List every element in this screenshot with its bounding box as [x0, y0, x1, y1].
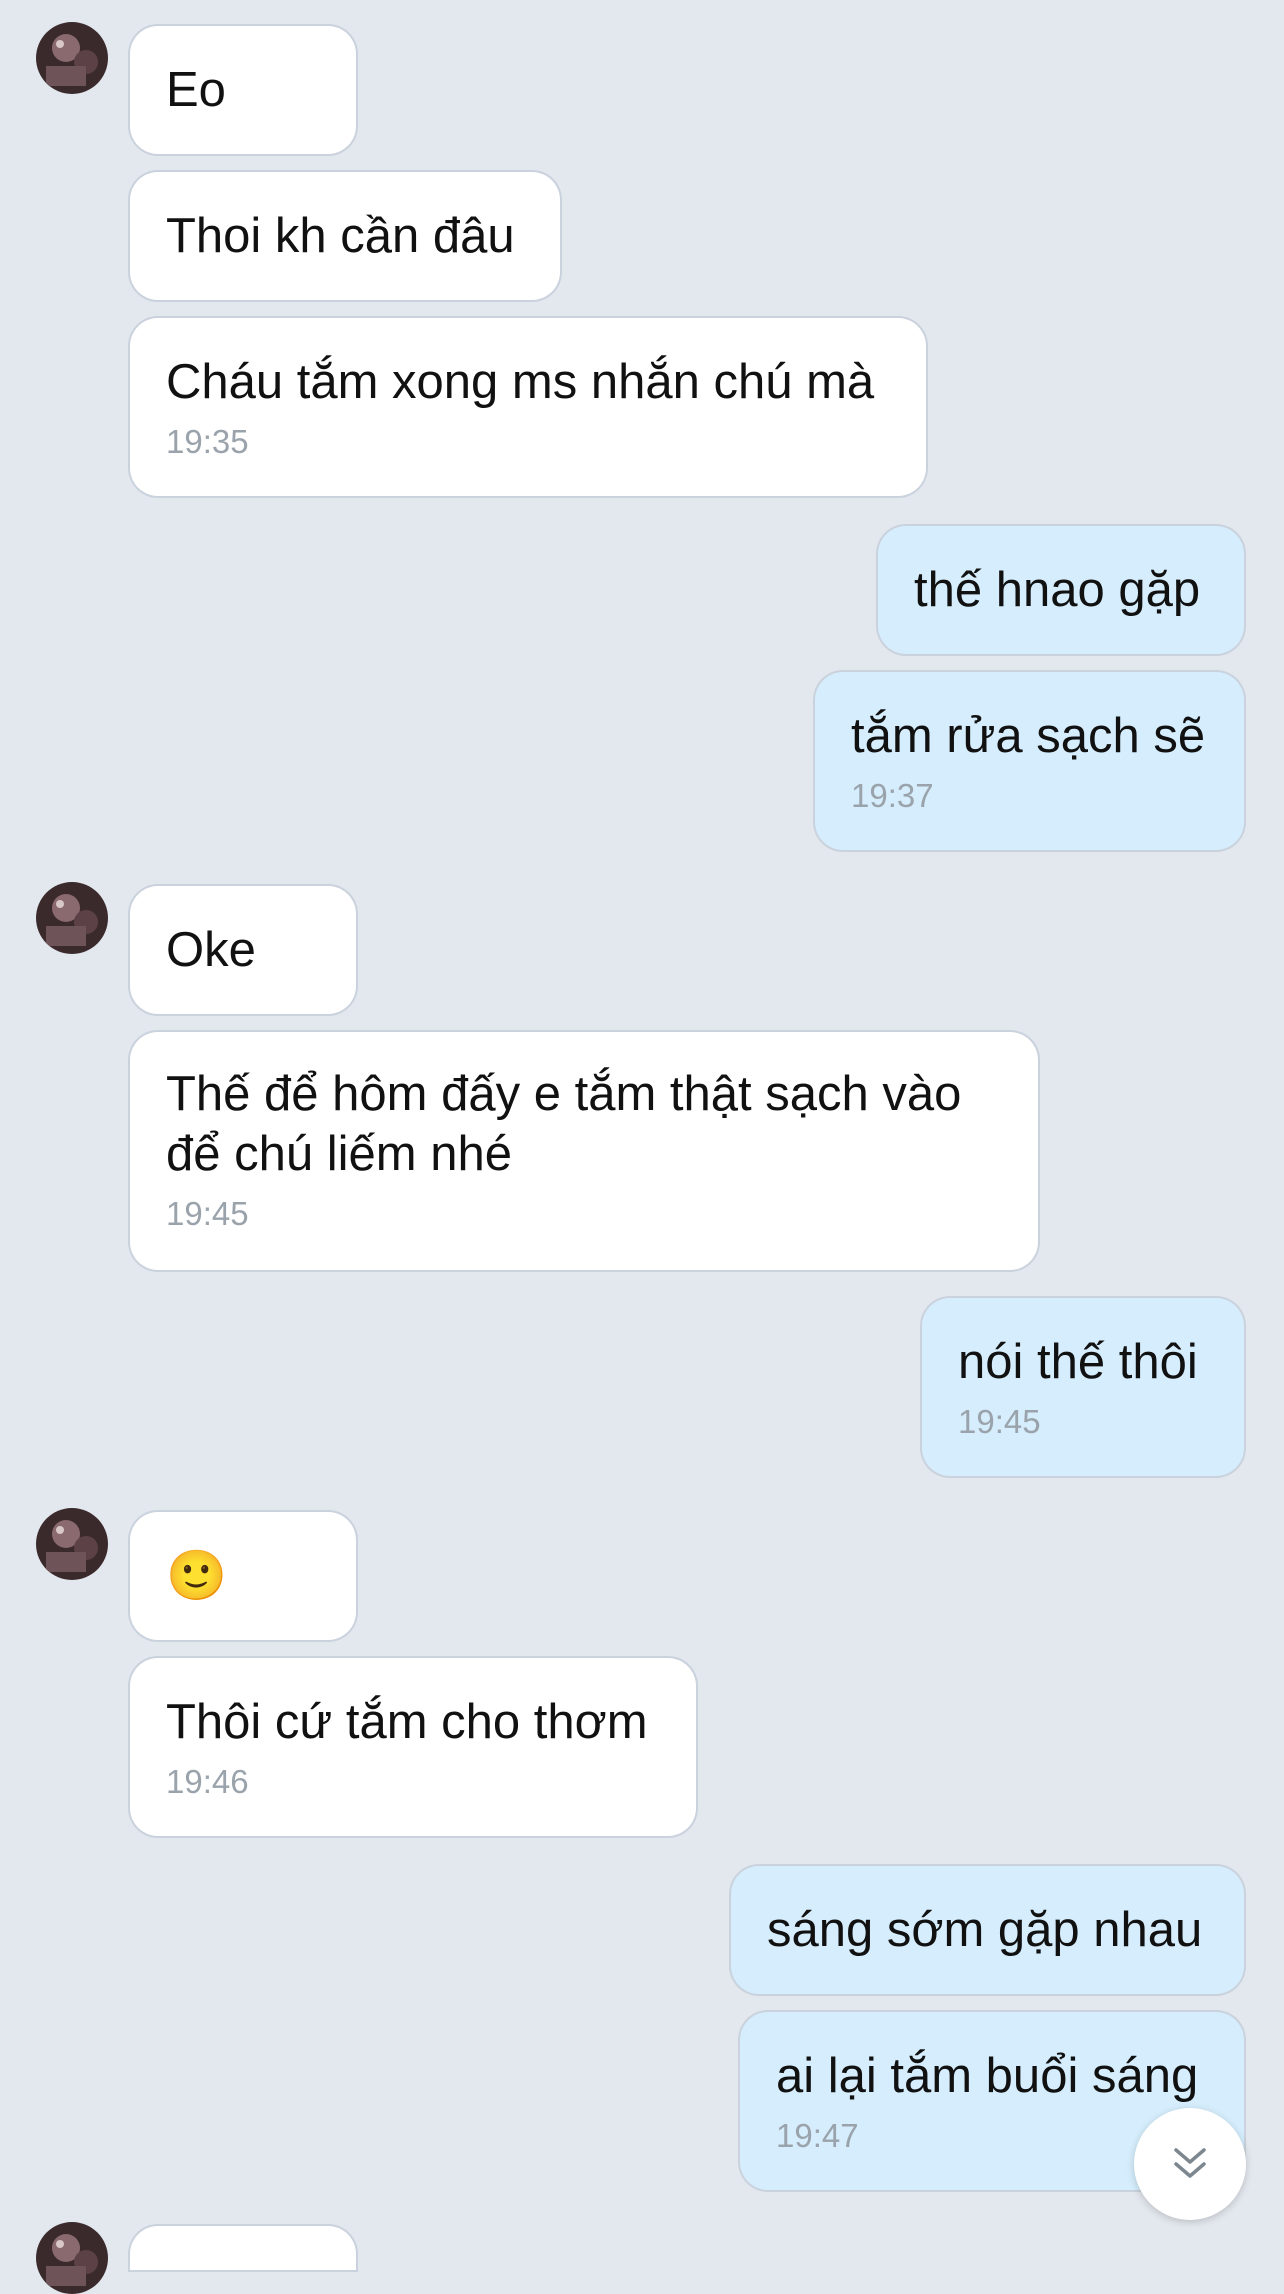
message-bubble[interactable]: Thế để hôm đấy e tắm thật sạch vào để ch…	[130, 1032, 1038, 1270]
message-text: Cháu tắm xong ms nhắn chú mà	[166, 355, 875, 409]
message-text: Thế để hôm đấy e tắm thật sạch vào để ch…	[166, 1067, 962, 1181]
message-bubble[interactable]: Eo	[130, 26, 356, 154]
message-timestamp: 19:37	[851, 777, 934, 814]
message-bubble[interactable]: tắm rửa sạch sẽ 19:37	[815, 672, 1244, 850]
message-text: Oke	[166, 923, 256, 977]
message-bubble[interactable]: Cháu tắm xong ms nhắn chú mà 19:35	[130, 318, 926, 496]
avatar-icon	[36, 882, 108, 954]
message-bubble[interactable]: nói thế thôi 19:45	[922, 1298, 1244, 1476]
scroll-to-bottom-button[interactable]	[1134, 2108, 1246, 2220]
contact-avatar[interactable]	[36, 882, 108, 954]
message-bubble[interactable]: thế hnao gặp	[878, 526, 1244, 654]
message-bubble[interactable]: 🙂	[130, 1512, 356, 1640]
message-bubble[interactable]: Thoi kh cần đâu	[130, 172, 560, 300]
message-timestamp: 19:45	[958, 1403, 1041, 1440]
double-chevron-down-icon	[1174, 2148, 1206, 2178]
message-text: Thôi cứ tắm cho thơm	[166, 1695, 648, 1749]
message-text: Eo	[166, 63, 226, 117]
message-bubble[interactable]	[130, 2226, 356, 2270]
avatar-icon	[36, 2222, 108, 2294]
message-bubble[interactable]: sáng sớm gặp nhau	[731, 1866, 1244, 1994]
message-text: Thoi kh cần đâu	[166, 209, 515, 263]
chat-view: Eo Thoi kh cần đâu Cháu tắm xong ms nhắn…	[0, 0, 1284, 2294]
contact-avatar[interactable]	[36, 1508, 108, 1580]
message-timestamp: 19:46	[166, 1763, 249, 1800]
message-timestamp: 19:35	[166, 423, 249, 460]
message-text: thế hnao gặp	[914, 563, 1201, 617]
message-text: ai lại tắm buổi sáng	[776, 2049, 1199, 2103]
message-text: nói thế thôi	[958, 1335, 1198, 1389]
message-bubble[interactable]: Thôi cứ tắm cho thơm 19:46	[130, 1658, 696, 1836]
contact-avatar[interactable]	[36, 22, 108, 94]
message-text: 🙂	[166, 1549, 228, 1603]
contact-avatar[interactable]	[36, 2222, 108, 2294]
message-timestamp: 19:45	[166, 1195, 249, 1232]
message-bubble[interactable]: Oke	[130, 886, 356, 1014]
message-text: tắm rửa sạch sẽ	[851, 709, 1206, 763]
avatar-icon	[36, 1508, 108, 1580]
message-text: sáng sớm gặp nhau	[767, 1903, 1203, 1957]
avatar-icon	[36, 22, 108, 94]
